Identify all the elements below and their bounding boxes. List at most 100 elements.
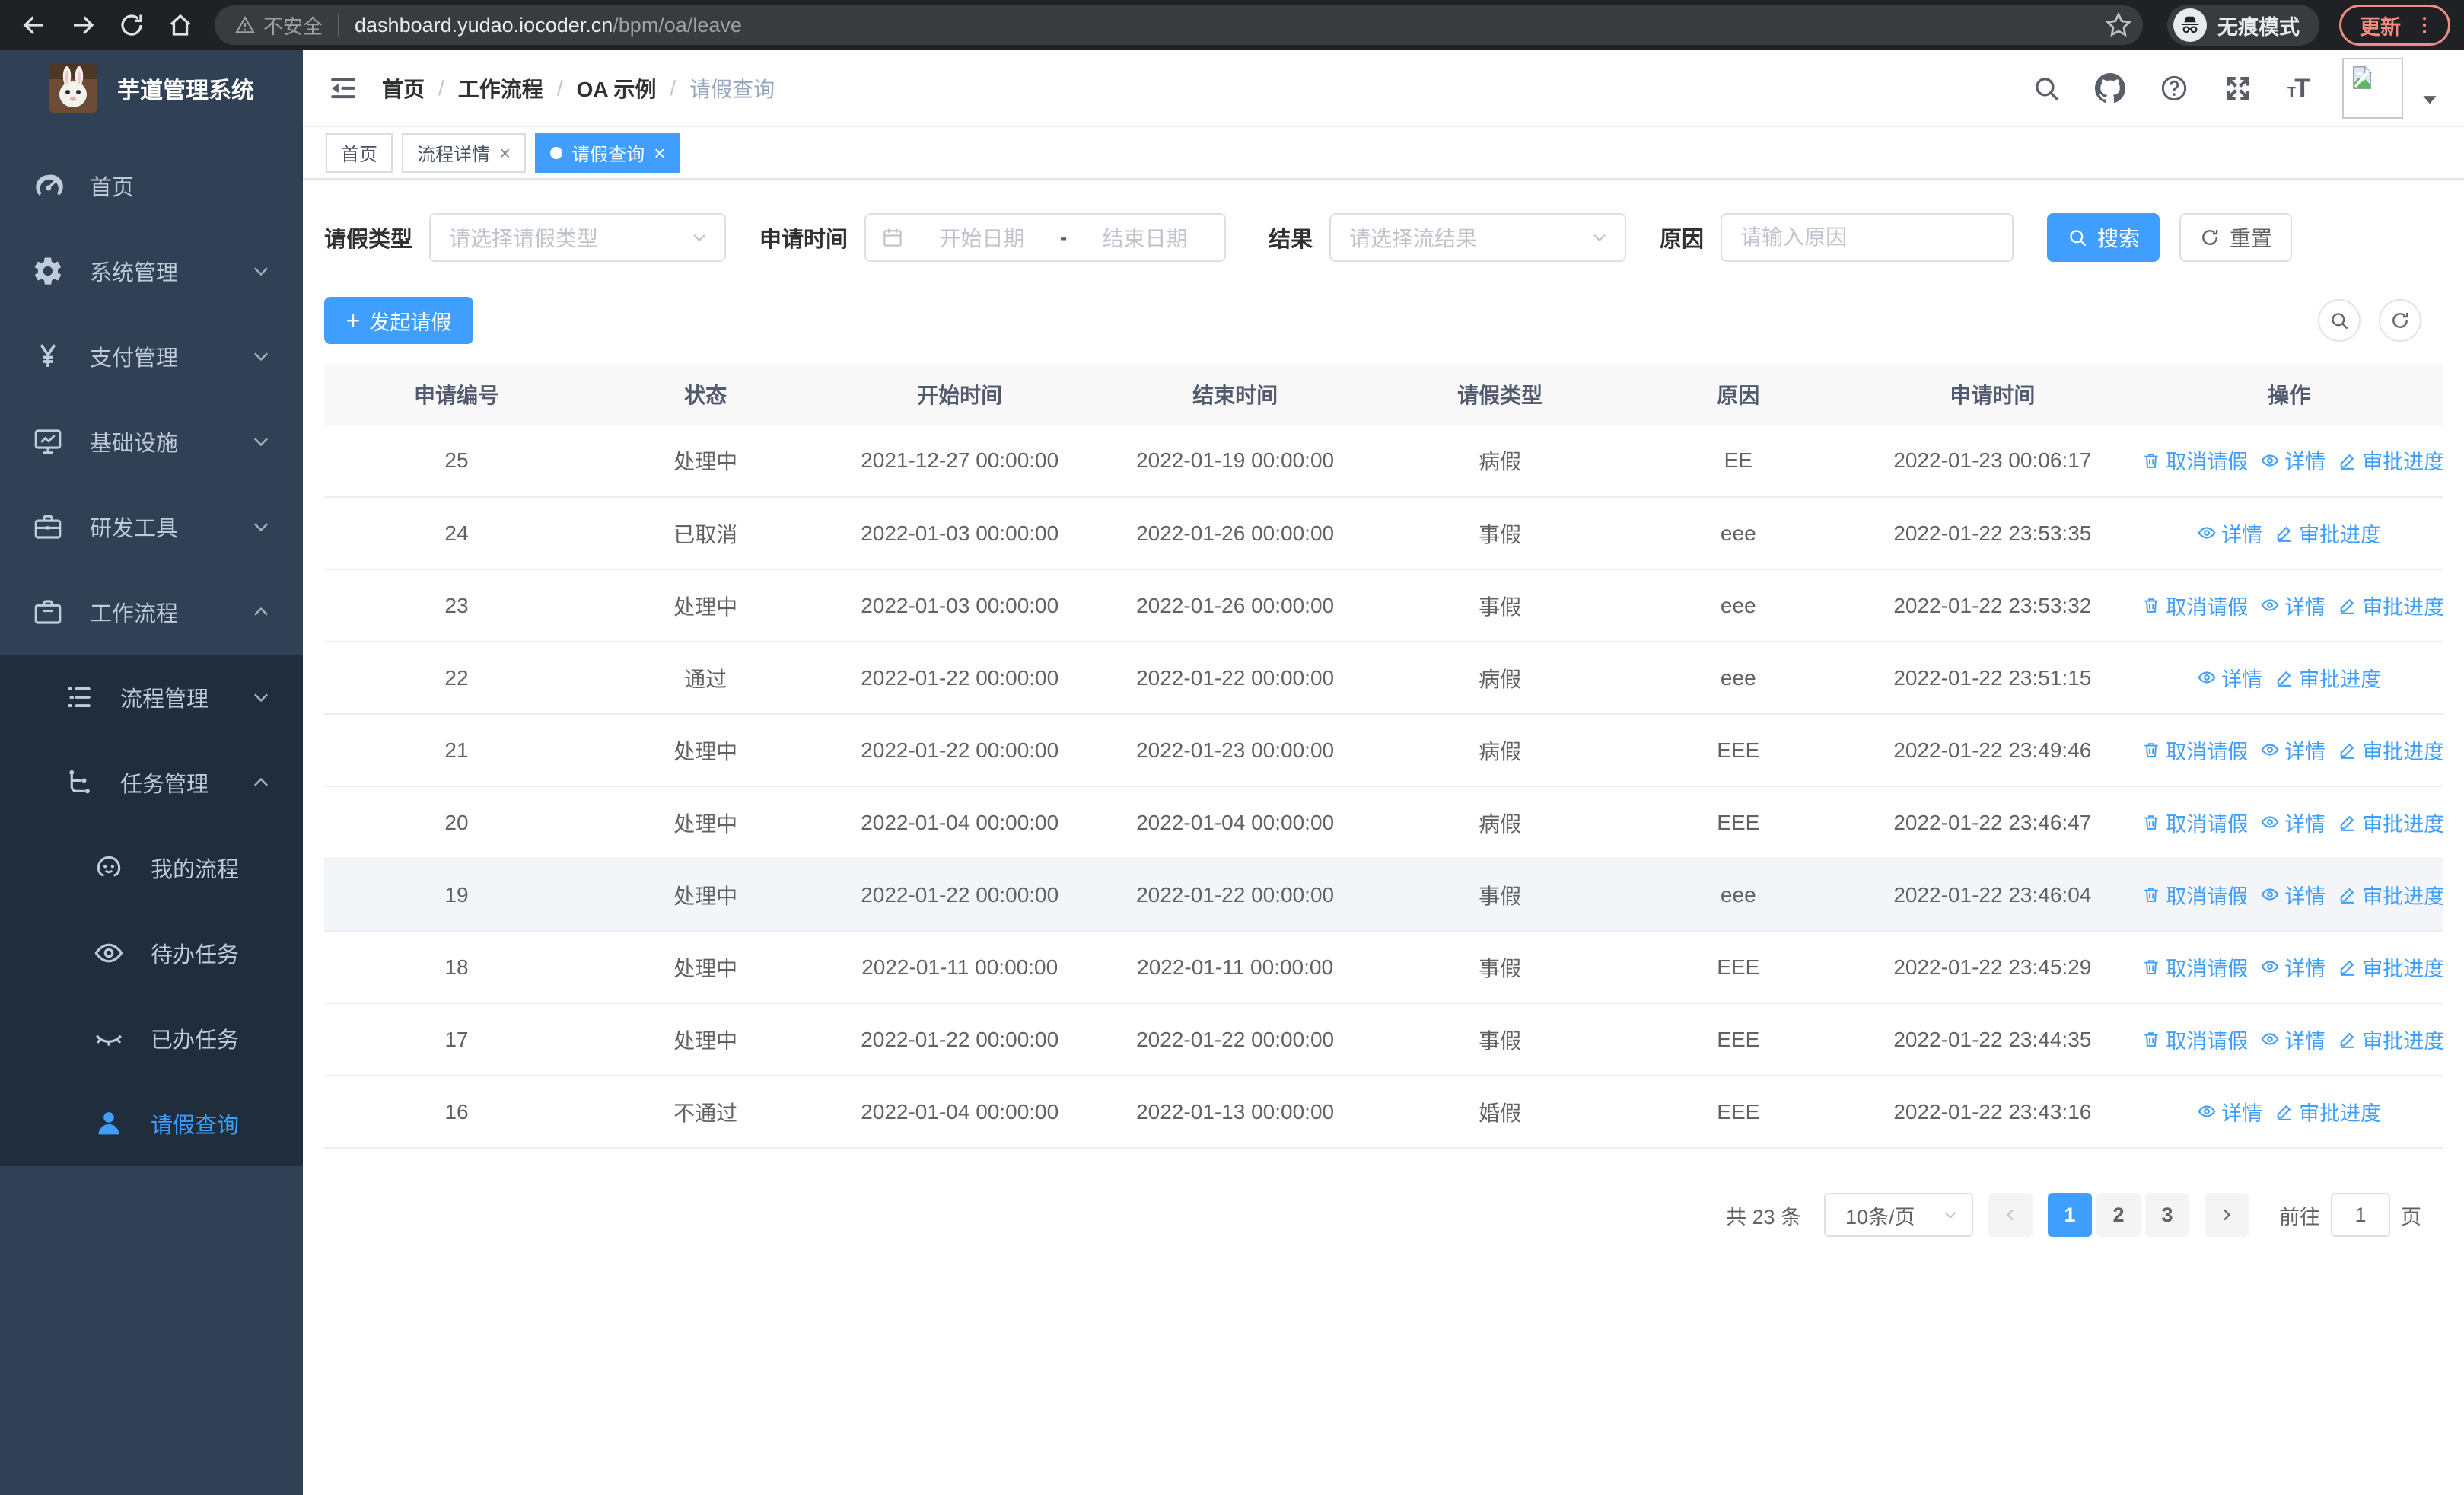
page-buttons: 123	[2043, 1193, 2189, 1237]
action-progress-link[interactable]: 审批进度	[2338, 1025, 2444, 1054]
action-cancel-link[interactable]: 取消请假	[2141, 808, 2248, 837]
reset-button[interactable]: 重置	[2179, 213, 2293, 262]
goto-page-input[interactable]	[2331, 1193, 2390, 1237]
action-progress-link[interactable]: 审批进度	[2338, 952, 2444, 982]
table-row: 18 处理中 2022-01-11 00:00:00 2022-01-11 00:00…	[324, 931, 2444, 1004]
sidebar-item-infrastructure[interactable]: 基础设施	[0, 399, 303, 484]
action-progress-link[interactable]: 审批进度	[2338, 445, 2444, 475]
refresh-icon	[2199, 227, 2220, 248]
action-cancel-link[interactable]: 取消请假	[2141, 880, 2248, 910]
github-icon[interactable]: />	[2095, 73, 2126, 104]
action-progress-link[interactable]: 审批进度	[2338, 591, 2444, 620]
tab-label: 首页	[341, 145, 377, 165]
site-security-info[interactable]: 不安全	[234, 11, 323, 40]
action-detail-link[interactable]: 详情	[2260, 880, 2326, 910]
action-progress-link[interactable]: 审批进度	[2338, 808, 2444, 837]
sidebar-item-process-management[interactable]: 流程管理	[0, 655, 303, 740]
apply-time-range-picker[interactable]: 开始日期 - 结束日期	[864, 213, 1227, 262]
action-cancel-link[interactable]: 取消请假	[2141, 445, 2248, 475]
action-cancel-link[interactable]: 取消请假	[2141, 591, 2248, 620]
page-size-select[interactable]: 10条/页	[1824, 1193, 1973, 1237]
action-detail-link[interactable]: 详情	[2260, 591, 2326, 620]
prev-page-button[interactable]	[1988, 1193, 2033, 1237]
sidebar-item-task-management[interactable]: 任务管理	[0, 740, 303, 825]
search-button[interactable]: 搜索	[2047, 213, 2160, 262]
search-icon	[2067, 227, 2088, 248]
breadcrumb-item[interactable]: 工作流程	[458, 73, 543, 104]
sidebar-toggle-button[interactable]	[327, 72, 359, 104]
refresh-table-button[interactable]	[2379, 299, 2421, 342]
edit-icon	[2275, 1101, 2294, 1121]
browser-menu-icon[interactable]	[2413, 14, 2436, 37]
main-area: 首页/工作流程/OA 示例/请假查询 /> тT 首页流程详情×请假查询×	[303, 50, 2464, 1495]
action-cancel-link[interactable]: 取消请假	[2141, 952, 2248, 982]
browser-reload-button[interactable]	[111, 5, 152, 46]
tab-process-detail[interactable]: 流程详情 ×	[402, 132, 527, 173]
user-avatar[interactable]	[2342, 58, 2440, 119]
header-search-icon[interactable]	[2031, 73, 2061, 104]
sidebar-item-system-management[interactable]: 系统管理	[0, 228, 303, 314]
toggle-search-button[interactable]	[2318, 299, 2361, 342]
action-detail-link[interactable]: 详情	[2260, 808, 2326, 837]
sidebar-item-home[interactable]: 首页	[0, 143, 303, 228]
page-button-2[interactable]: 2	[2096, 1193, 2141, 1237]
action-detail-link[interactable]: 详情	[2260, 1025, 2326, 1054]
range-separator: -	[1059, 225, 1068, 249]
sidebar-item-workflow[interactable]: 工作流程	[0, 569, 303, 655]
action-cancel-link[interactable]: 取消请假	[2141, 735, 2248, 765]
action-detail-link[interactable]: 详情	[2260, 445, 2326, 475]
fullscreen-icon[interactable]	[2223, 73, 2253, 104]
action-detail-link[interactable]: 详情	[2197, 663, 2262, 693]
page-button-1[interactable]: 1	[2048, 1193, 2092, 1237]
create-leave-button[interactable]: + 发起请假	[324, 297, 473, 344]
sidebar-item-leave-query[interactable]: 请假查询	[0, 1081, 303, 1166]
url-separator	[338, 14, 340, 37]
reason-input[interactable]	[1722, 215, 2013, 260]
action-cancel-link[interactable]: 取消请假	[2141, 1025, 2248, 1054]
breadcrumb-item[interactable]: 首页	[382, 73, 425, 104]
trash-icon	[2141, 812, 2161, 832]
sidebar-item-dev-tools[interactable]: 研发工具	[0, 484, 303, 569]
browser-back-button[interactable]	[14, 5, 55, 46]
sidebar-item-my-process[interactable]: 我的流程	[0, 825, 303, 910]
result-select[interactable]: 请选择流结果	[1329, 213, 1627, 262]
font-size-icon[interactable]: тT	[2287, 75, 2310, 101]
edit-icon	[2338, 812, 2357, 832]
action-progress-link[interactable]: 审批进度	[2275, 518, 2381, 548]
page-button-3[interactable]: 3	[2145, 1193, 2189, 1237]
browser-update-button[interactable]: 更新	[2339, 5, 2450, 46]
tab-leave-query[interactable]: 请假查询 ×	[535, 132, 681, 173]
caret-down-icon	[2420, 90, 2440, 110]
breadcrumb-item: 请假查询	[689, 78, 775, 101]
column-header: 结束时间	[1097, 364, 1374, 425]
close-tab-icon[interactable]: ×	[654, 143, 665, 163]
next-page-button[interactable]	[2205, 1193, 2249, 1237]
bookmark-star-icon[interactable]	[2103, 10, 2134, 40]
logo[interactable]: 芋道管理系统	[0, 50, 303, 123]
action-detail-link[interactable]: 详情	[2197, 1097, 2262, 1127]
sidebar-item-label: 流程管理	[120, 687, 209, 712]
action-detail-link[interactable]: 详情	[2260, 952, 2326, 982]
action-detail-link[interactable]: 详情	[2197, 518, 2262, 548]
action-detail-link[interactable]: 详情	[2260, 735, 2326, 765]
tab-home[interactable]: 首页	[326, 132, 393, 173]
close-tab-icon[interactable]: ×	[499, 143, 511, 163]
address-bar[interactable]: 不安全 dashboard.yudao.iocoder.cn/bpm/oa/le…	[215, 5, 2143, 45]
leave-type-select[interactable]: 请选择请假类型	[429, 213, 727, 262]
eye-action-icon	[2197, 1101, 2217, 1121]
sidebar-item-payment-management[interactable]: 支付管理	[0, 314, 303, 399]
browser-home-button[interactable]	[160, 5, 201, 46]
sidebar-item-done-tasks[interactable]: 已办任务	[0, 996, 303, 1081]
apply-time-cell: 2022-01-22 23:43:16	[1849, 1076, 2136, 1149]
action-progress-link[interactable]: 审批进度	[2338, 880, 2444, 910]
sidebar-item-todo-tasks[interactable]: 待办任务	[0, 910, 303, 996]
action-progress-link[interactable]: 审批进度	[2275, 663, 2381, 693]
not-secure-label: 不安全	[263, 14, 323, 38]
reason-cell: EEE	[1627, 1003, 1850, 1076]
breadcrumb-item[interactable]: OA 示例	[577, 73, 657, 104]
action-progress-link[interactable]: 审批进度	[2338, 735, 2444, 765]
help-icon[interactable]	[2159, 73, 2189, 104]
action-progress-link[interactable]: 审批进度	[2275, 1097, 2381, 1127]
browser-forward-button[interactable]	[62, 5, 103, 46]
plus-icon: +	[345, 307, 361, 334]
